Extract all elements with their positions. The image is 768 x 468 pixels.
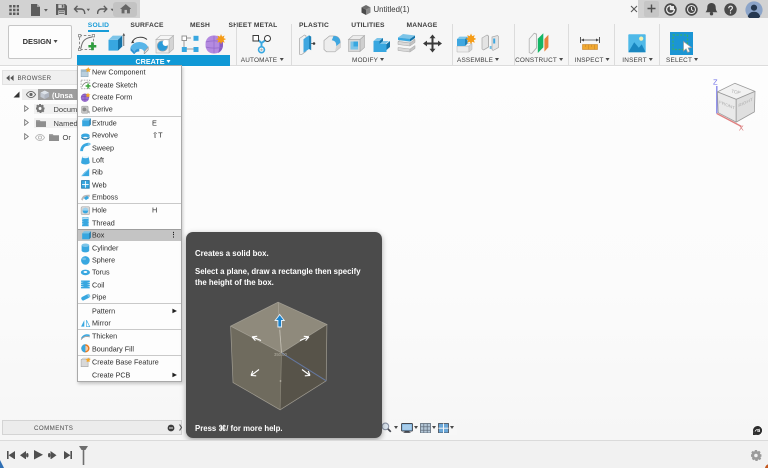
svg-text:350.00: 350.00	[274, 352, 287, 357]
svg-text:X: X	[739, 124, 744, 133]
svg-text:Z: Z	[713, 78, 718, 87]
